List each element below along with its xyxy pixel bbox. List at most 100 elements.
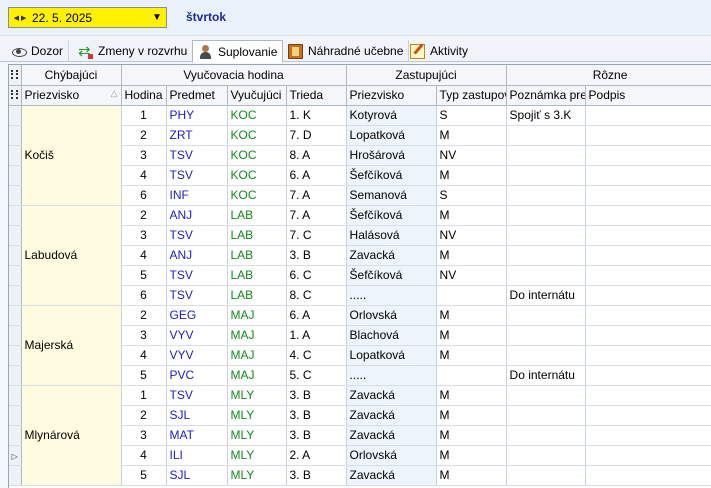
column-chooser-icon[interactable] <box>9 65 22 86</box>
row-selector[interactable] <box>9 225 22 246</box>
lesson-number-cell[interactable]: 4 <box>121 345 167 366</box>
class-cell[interactable]: 4. C <box>286 345 347 366</box>
column-header-vyucujuci[interactable]: Vyučujúci <box>227 85 287 106</box>
absent-teacher-cell[interactable]: Labudová <box>21 205 122 306</box>
class-cell[interactable]: 3. B <box>286 425 347 446</box>
lesson-number-cell[interactable]: 5 <box>121 265 167 286</box>
class-cell[interactable]: 5. C <box>286 365 347 386</box>
teacher-code-cell[interactable]: LAB <box>227 265 287 286</box>
teacher-code-cell[interactable]: LAB <box>227 225 287 246</box>
date-picker[interactable]: ◀ ▶ 22. 5. 2025 ▼ <box>8 7 167 28</box>
note-cell[interactable] <box>506 145 586 166</box>
note-cell[interactable]: Spojiť s 3.K <box>506 105 586 126</box>
column-header-priezvisko[interactable]: Priezvisko △ <box>21 85 122 106</box>
substitute-name-cell[interactable]: Lopatková <box>346 125 437 146</box>
note-cell[interactable] <box>506 265 586 286</box>
lesson-number-cell[interactable]: 1 <box>121 105 167 126</box>
tab-dozor[interactable]: Dozor <box>6 40 70 62</box>
lesson-number-cell[interactable]: 2 <box>121 205 167 226</box>
class-cell[interactable]: 3. B <box>286 245 347 266</box>
row-selector[interactable] <box>9 185 22 206</box>
class-cell[interactable]: 7. C <box>286 225 347 246</box>
note-cell[interactable] <box>506 125 586 146</box>
row-selector[interactable] <box>9 365 22 386</box>
subject-cell[interactable]: SJL <box>166 405 228 426</box>
substitution-type-cell[interactable]: M <box>436 205 507 226</box>
signature-cell[interactable] <box>585 245 711 266</box>
substitution-type-cell[interactable]: S <box>436 185 507 206</box>
subject-cell[interactable]: ANJ <box>166 245 228 266</box>
subject-cell[interactable]: PHY <box>166 105 228 126</box>
subject-cell[interactable]: VYV <box>166 325 228 346</box>
subject-cell[interactable]: ILI <box>166 445 228 466</box>
lesson-number-cell[interactable]: 6 <box>121 285 167 306</box>
signature-cell[interactable] <box>585 125 711 146</box>
substitution-type-cell[interactable]: M <box>436 425 507 446</box>
chevron-down-icon[interactable]: ▼ <box>148 8 166 27</box>
signature-cell[interactable] <box>585 205 711 226</box>
table-row[interactable]: Majerská 2 GEG MAJ 6. A Orlovská M <box>9 305 711 386</box>
note-cell[interactable]: Do internátu <box>506 365 586 386</box>
teacher-code-cell[interactable]: MLY <box>227 385 287 406</box>
table-row[interactable]: Labudová 2 ANJ LAB 7. A Šefčíková M <box>9 205 711 306</box>
teacher-code-cell[interactable]: KOC <box>227 185 287 206</box>
column-header-hodina[interactable]: Hodina <box>121 85 167 106</box>
signature-cell[interactable] <box>585 465 711 486</box>
absent-teacher-cell[interactable]: Mlynárová <box>21 385 122 486</box>
note-cell[interactable] <box>506 465 586 486</box>
substitution-type-cell[interactable]: M <box>436 245 507 266</box>
substitution-type-cell[interactable] <box>436 365 507 386</box>
class-cell[interactable]: 6. C <box>286 265 347 286</box>
row-selector[interactable] <box>9 105 22 126</box>
row-selector[interactable]: ▷ <box>9 445 22 466</box>
lesson-number-cell[interactable]: 2 <box>121 305 167 326</box>
signature-cell[interactable] <box>585 405 711 426</box>
substitute-name-cell[interactable]: Zavacká <box>346 465 437 486</box>
signature-cell[interactable] <box>585 365 711 386</box>
note-cell[interactable] <box>506 345 586 366</box>
substitution-grid[interactable]: Chýbajúci Vyučovacia hodina Zastupujúci … <box>8 64 711 488</box>
subject-cell[interactable]: ZRT <box>166 125 228 146</box>
table-row[interactable]: Kočiš 1 PHY KOC 1. K Kotyrová S Spojiť s 3.K <box>9 105 711 206</box>
class-cell[interactable]: 1. K <box>286 105 347 126</box>
signature-cell[interactable] <box>585 425 711 446</box>
teacher-code-cell[interactable]: KOC <box>227 125 287 146</box>
row-selector[interactable] <box>9 405 22 426</box>
substitution-type-cell[interactable]: NV <box>436 265 507 286</box>
class-cell[interactable]: 3. B <box>286 385 347 406</box>
substitution-type-cell[interactable]: M <box>436 305 507 326</box>
substitute-name-cell[interactable]: Blachová <box>346 325 437 346</box>
substitute-name-cell[interactable]: Šefčíková <box>346 205 437 226</box>
substitute-name-cell[interactable]: Orlovská <box>346 445 437 466</box>
tab-suplovanie[interactable]: Suplovanie <box>192 40 284 63</box>
teacher-code-cell[interactable]: MAJ <box>227 325 287 346</box>
substitute-name-cell[interactable]: Hrošárová <box>346 145 437 166</box>
table-row[interactable]: Mlynárová 1 TSV MLY 3. B Zavacká M <box>9 385 711 486</box>
note-cell[interactable] <box>506 425 586 446</box>
subject-cell[interactable]: GEG <box>166 305 228 326</box>
row-selector[interactable] <box>9 125 22 146</box>
subject-cell[interactable]: TSV <box>166 385 228 406</box>
lesson-number-cell[interactable]: 2 <box>121 405 167 426</box>
column-header-zastupujuci-priezvisko[interactable]: Priezvisko <box>346 85 437 106</box>
class-cell[interactable]: 6. A <box>286 305 347 326</box>
subject-cell[interactable]: PVC <box>166 365 228 386</box>
substitution-type-cell[interactable]: S <box>436 105 507 126</box>
signature-cell[interactable] <box>585 345 711 366</box>
row-selector[interactable] <box>9 325 22 346</box>
row-selector[interactable] <box>9 465 22 486</box>
signature-cell[interactable] <box>585 105 711 126</box>
row-selector[interactable] <box>9 285 22 306</box>
column-header-typ-zastupovania[interactable]: Typ zastupov <box>436 85 507 106</box>
substitution-type-cell[interactable]: M <box>436 445 507 466</box>
teacher-code-cell[interactable]: MAJ <box>227 345 287 366</box>
note-cell[interactable] <box>506 405 586 426</box>
row-selector[interactable] <box>9 145 22 166</box>
note-cell[interactable]: Do internátu <box>506 285 586 306</box>
class-cell[interactable]: 8. C <box>286 285 347 306</box>
substitute-name-cell[interactable]: Orlovská <box>346 305 437 326</box>
tab-aktivity[interactable]: Aktivity <box>405 40 473 62</box>
subject-cell[interactable]: SJL <box>166 465 228 486</box>
substitution-type-cell[interactable]: M <box>436 465 507 486</box>
substitute-name-cell[interactable]: Halásová <box>346 225 437 246</box>
